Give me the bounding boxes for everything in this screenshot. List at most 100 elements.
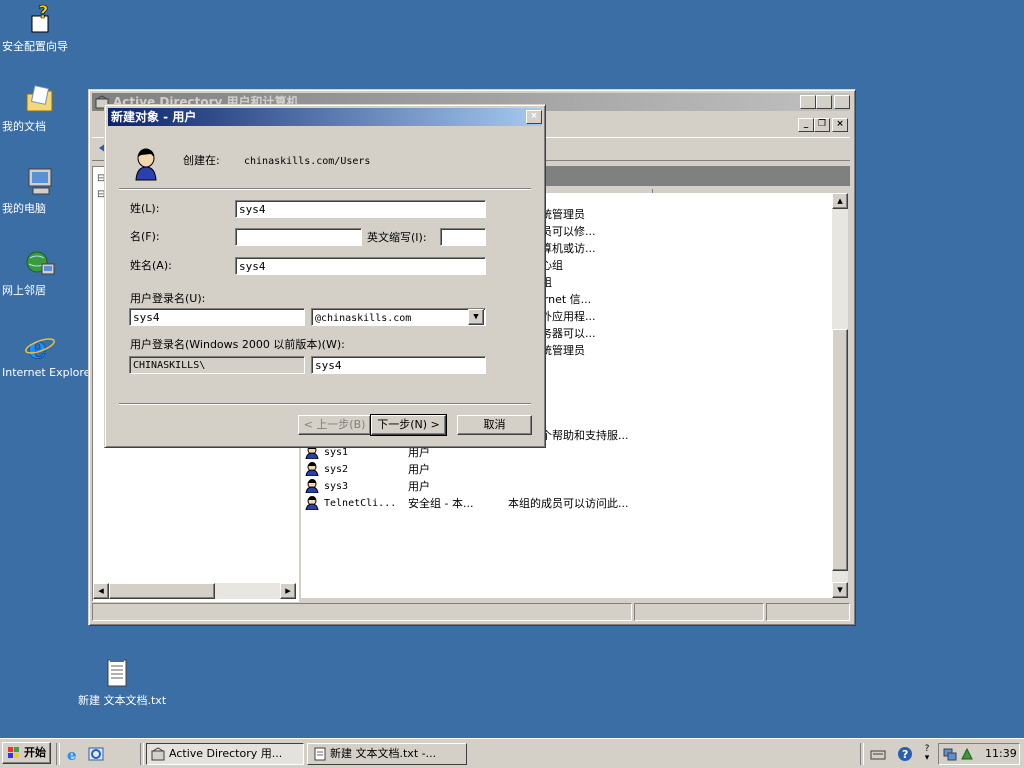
desktop-icon-network[interactable]: 网上邻居 bbox=[0, 248, 80, 297]
domain-suffix-value: @chinaskills.com bbox=[315, 313, 412, 324]
task-ad-users[interactable]: Active Directory 用... bbox=[146, 743, 304, 765]
list-vscrollbar[interactable]: ▴ ▾ bbox=[832, 193, 848, 598]
text-file-icon bbox=[100, 658, 132, 690]
task-ad-icon bbox=[151, 747, 165, 761]
mdi-close-button[interactable]: × bbox=[832, 118, 848, 132]
status-pane-main bbox=[92, 603, 632, 621]
desktop-icon-ie[interactable]: e Internet Explorer bbox=[0, 330, 95, 379]
separator bbox=[119, 188, 531, 190]
tree-hscrollbar[interactable]: ◂ ▸ bbox=[93, 583, 296, 599]
close-button[interactable]: × bbox=[834, 95, 850, 109]
dropdown-arrow-button[interactable]: ▼ bbox=[468, 309, 484, 325]
status-pane-3 bbox=[766, 603, 850, 621]
group-icon bbox=[305, 496, 319, 511]
scroll-left-button[interactable]: ◂ bbox=[93, 583, 109, 599]
dialog-close-button[interactable]: × bbox=[526, 110, 542, 124]
first-name-input[interactable] bbox=[235, 228, 362, 246]
back-button[interactable]: < 上一步(B) bbox=[298, 415, 371, 435]
taskbar-divider bbox=[860, 743, 864, 765]
quick-launch-outlook-icon[interactable] bbox=[88, 746, 104, 762]
table-row[interactable]: TelnetCli... 安全组 - 本... 本组的成员可以访问此... bbox=[305, 495, 832, 512]
status-bar bbox=[92, 603, 850, 621]
desktop-icon-my-computer[interactable]: 我的电脑 bbox=[0, 166, 80, 215]
desktop-icon-security-wizard[interactable]: ? 安全配置向导 bbox=[0, 2, 80, 53]
svg-text:?: ? bbox=[902, 748, 908, 761]
back-button-label: < 上一步(B) bbox=[303, 418, 366, 431]
cancel-button[interactable]: 取消 bbox=[457, 415, 532, 435]
desktop-icon-label: 我的文档 bbox=[2, 120, 46, 133]
pre2000-domain-field: CHINASKILLS\ bbox=[129, 356, 305, 374]
desktop-icon-my-documents[interactable]: 我的文档 bbox=[0, 84, 80, 133]
created-in-label: 创建在: bbox=[183, 154, 220, 167]
table-row[interactable]: sys2 用户 bbox=[305, 461, 832, 478]
network-globe-icon bbox=[24, 248, 56, 280]
quick-launch-divider bbox=[56, 743, 60, 765]
quick-launch-ie-icon[interactable]: e bbox=[65, 746, 81, 764]
dialog-title: 新建对象 - 用户 bbox=[111, 110, 197, 124]
logon-name-input[interactable]: sys4 bbox=[129, 308, 305, 326]
folder-documents-icon bbox=[24, 84, 56, 116]
computer-icon bbox=[24, 166, 56, 198]
scroll-thumb[interactable] bbox=[832, 329, 848, 571]
user-avatar-icon bbox=[133, 147, 159, 181]
scroll-right-button[interactable]: ▸ bbox=[280, 583, 296, 599]
system-tray: 11:39 bbox=[938, 743, 1020, 765]
svg-text:e: e bbox=[28, 331, 47, 362]
start-button[interactable]: 开始 bbox=[2, 742, 51, 764]
pre2000-logon-input[interactable]: sys4 bbox=[311, 356, 486, 374]
initials-input[interactable] bbox=[440, 228, 486, 246]
quick-launch-divider bbox=[140, 743, 144, 765]
table-row[interactable]: sys3 用户 bbox=[305, 478, 832, 495]
clock: 11:39 bbox=[985, 747, 1017, 760]
desktop-icon-label: 安全配置向导 bbox=[2, 40, 68, 53]
taskbar: 开始 e Active Directory 用... 新建 文本文档.txt -… bbox=[0, 738, 1024, 768]
desktop-icon-label: 我的电脑 bbox=[2, 202, 46, 215]
row-name: sys2 bbox=[324, 464, 349, 475]
new-user-dialog[interactable]: 新建对象 - 用户 × 创建在: chinaskills.com/Users 姓… bbox=[104, 104, 546, 448]
scroll-thumb[interactable] bbox=[109, 583, 215, 599]
mdi-restore-button[interactable]: ❐ bbox=[814, 118, 830, 132]
desktop-icon-text-file[interactable]: 新建 文本文档.txt bbox=[76, 658, 166, 707]
first-name-label: 名(F): bbox=[130, 230, 160, 243]
row-type: 用户 bbox=[408, 463, 430, 476]
logon-name-label: 用户登录名(U): bbox=[130, 292, 206, 305]
keyboard-icon[interactable] bbox=[870, 747, 886, 761]
help-icon[interactable]: ? bbox=[897, 746, 913, 762]
task-notepad[interactable]: 新建 文本文档.txt -... bbox=[307, 743, 467, 765]
row-name: TelnetCli... bbox=[324, 498, 397, 509]
svg-text:e: e bbox=[67, 746, 77, 762]
task-label: 新建 文本文档.txt -... bbox=[330, 747, 437, 760]
network-tray-icon[interactable] bbox=[943, 747, 957, 761]
maximize-button[interactable]: □ bbox=[816, 95, 832, 109]
cancel-button-label: 取消 bbox=[483, 418, 506, 431]
pre2000-logon-label: 用户登录名(Windows 2000 以前版本)(W): bbox=[130, 338, 345, 351]
task-label: Active Directory 用... bbox=[169, 747, 283, 760]
task-notepad-icon bbox=[313, 747, 327, 761]
desktop-icon-label: 新建 文本文档.txt bbox=[78, 694, 167, 707]
start-label: 开始 bbox=[24, 746, 46, 759]
status-pane-2 bbox=[634, 603, 764, 621]
svg-text:?: ? bbox=[38, 4, 48, 23]
last-name-input[interactable]: sys4 bbox=[235, 200, 486, 218]
internet-explorer-icon: e bbox=[24, 330, 56, 366]
created-in-value: chinaskills.com/Users bbox=[244, 156, 371, 167]
security-wizard-icon: ? bbox=[24, 2, 56, 36]
last-name-label: 姓(L): bbox=[130, 202, 160, 215]
row-type: 用户 bbox=[408, 480, 430, 493]
domain-suffix-select[interactable]: @chinaskills.com ▼ bbox=[311, 308, 486, 326]
dialog-titlebar[interactable]: 新建对象 - 用户 × bbox=[108, 108, 542, 126]
initials-label: 英文缩写(I): bbox=[367, 231, 427, 244]
minimize-button[interactable]: _ bbox=[800, 95, 816, 109]
scroll-up-button[interactable]: ▴ bbox=[832, 193, 848, 209]
user-icon bbox=[305, 479, 319, 494]
desktop-icon-label: Internet Explorer bbox=[2, 366, 95, 379]
scroll-down-button[interactable]: ▾ bbox=[832, 582, 848, 598]
security-tray-icon[interactable] bbox=[960, 747, 974, 761]
row-desc: 本组的成员可以访问此... bbox=[508, 497, 629, 510]
row-name: sys3 bbox=[324, 481, 349, 492]
full-name-input[interactable]: sys4 bbox=[235, 257, 486, 275]
next-button[interactable]: 下一步(N) > bbox=[370, 414, 447, 436]
mdi-minimize-button[interactable]: _ bbox=[798, 118, 814, 132]
language-icon[interactable]: ? ▾ bbox=[920, 745, 934, 763]
desktop-icon-label: 网上邻居 bbox=[2, 284, 46, 297]
